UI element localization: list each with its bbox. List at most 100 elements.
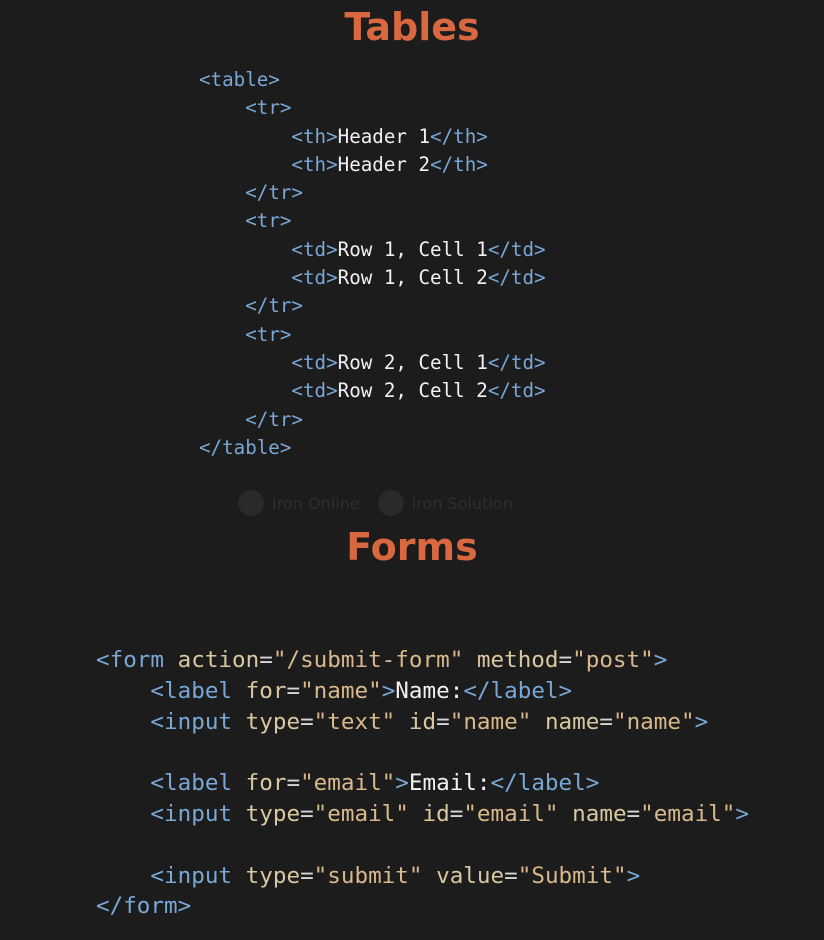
code-token: > (653, 647, 668, 673)
tables-code-block: <table> <tr> <th>Header 1</th> <th>Heade… (199, 66, 546, 462)
code-token: <label (150, 770, 246, 797)
code-line: <input type="submit" value="Submit"> (96, 861, 749, 892)
code-token: Name: (395, 677, 464, 704)
code-token: > (626, 862, 641, 889)
code-line: </form> (96, 891, 749, 922)
code-token: <tr> (245, 322, 292, 346)
code-token: = (558, 647, 573, 673)
code-token: Email: (408, 770, 491, 797)
code-line: </tr> (199, 179, 546, 207)
code-line: <tr> (199, 207, 546, 235)
code-token: "email" (300, 770, 396, 797)
tables-heading: Tables (344, 5, 480, 49)
code-token: </td> (487, 237, 546, 261)
code-token: > (735, 800, 749, 827)
code-token: name (531, 708, 600, 735)
code-line: <label for="name">Name:</label> (96, 676, 749, 707)
watermark-item: Iron Solution (377, 490, 513, 516)
code-token: = (286, 770, 301, 797)
code-token: <input (150, 708, 246, 735)
code-token: = (449, 800, 464, 827)
code-token: "/submit-form" (272, 647, 464, 673)
watermark-item: Iron Online (238, 490, 360, 516)
code-line: <input type="text" id="name" name="name"… (96, 707, 749, 738)
code-token: value (422, 862, 505, 889)
code-token: "name" (612, 708, 695, 735)
code-token: <td> (291, 350, 338, 374)
code-token: "text" (313, 708, 396, 735)
code-token: > (381, 677, 396, 704)
code-token: = (300, 862, 314, 889)
code-token: = (286, 677, 301, 704)
code-token: for (245, 677, 287, 704)
code-token: "submit" (313, 862, 423, 889)
code-line: </table> (199, 434, 546, 462)
code-line: <label for="email">Email:</label> (96, 768, 749, 799)
code-token: </label> (463, 677, 573, 704)
code-token: = (599, 708, 613, 735)
code-token: for (245, 770, 287, 797)
code-token: Row 1, Cell 2 (337, 266, 488, 290)
code-token: id (395, 708, 437, 735)
watermark: Iron Online Iron Solution (238, 490, 513, 516)
watermark-text: Iron Solution (411, 493, 513, 513)
code-line: <input type="email" id="email" name="ema… (96, 799, 749, 830)
code-token: method (463, 647, 559, 673)
code-token: "email" (313, 800, 409, 827)
code-token: "email" (640, 800, 736, 827)
watermark-text: Iron Online (272, 493, 360, 513)
code-token: "Submit" (517, 862, 627, 889)
code-token: </tr> (245, 407, 303, 431)
code-token: "email" (463, 800, 559, 827)
code-token: </th> (430, 152, 488, 176)
code-token: </form> (96, 893, 192, 920)
code-token: </table> (199, 435, 292, 459)
code-token: </td> (487, 379, 546, 403)
code-token: "name" (449, 708, 532, 735)
avatar (377, 490, 404, 516)
code-line: </tr> (199, 292, 546, 320)
code-token: "name" (300, 677, 382, 704)
code-token: </td> (487, 350, 546, 374)
code-line: <th>Header 1</th> (199, 123, 546, 151)
code-token: Header 1 (337, 124, 431, 148)
code-token: = (259, 647, 273, 673)
code-token: <input (150, 800, 246, 827)
code-line: <td>Row 2, Cell 1</td> (199, 349, 546, 377)
code-token: = (300, 800, 314, 827)
code-token: Row 2, Cell 1 (337, 350, 488, 374)
code-token: </td> (487, 266, 546, 290)
code-token: <tr> (245, 209, 292, 233)
code-token: Row 2, Cell 2 (337, 379, 488, 403)
code-line: <th>Header 2</th> (199, 151, 546, 179)
code-token: </tr> (245, 181, 303, 205)
code-token: id (408, 800, 450, 827)
code-line: <td>Row 2, Cell 2</td> (199, 377, 546, 405)
code-token: > (694, 708, 709, 735)
code-line: <table> (199, 66, 546, 94)
code-token: Header 2 (337, 152, 431, 176)
code-token: action (177, 647, 260, 673)
code-token: <tr> (245, 96, 292, 120)
code-line: <td>Row 1, Cell 2</td> (199, 264, 546, 292)
code-token: </tr> (245, 294, 303, 318)
code-token: </label> (490, 770, 600, 797)
code-token: <td> (291, 266, 338, 290)
code-token: <form (96, 647, 178, 673)
code-token: </th> (430, 124, 488, 148)
code-token: <input (150, 862, 246, 889)
avatar (238, 490, 264, 516)
code-token: <td> (291, 237, 338, 261)
